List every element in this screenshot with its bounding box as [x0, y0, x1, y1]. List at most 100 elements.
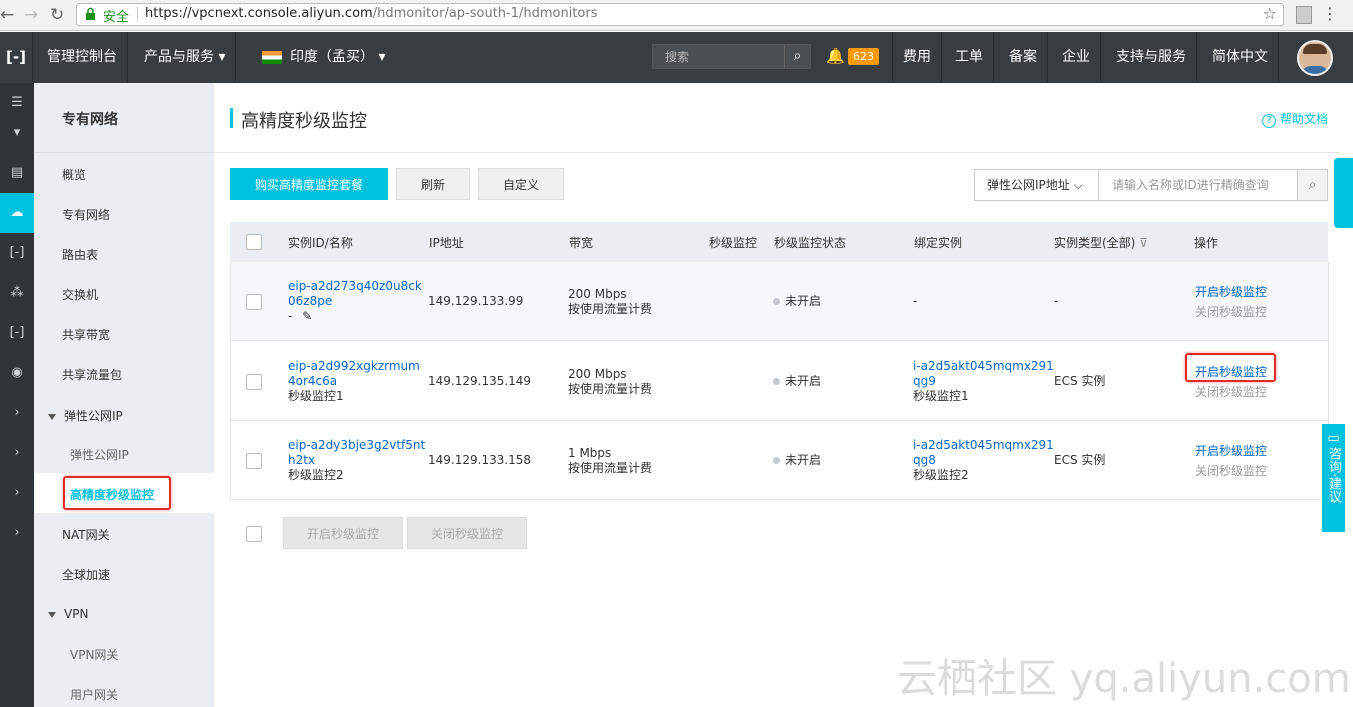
- cloud-icon[interactable]: ☁: [0, 193, 34, 233]
- billing-method: 按使用流量计费: [568, 461, 653, 475]
- monitor-status: 未开启: [773, 453, 821, 468]
- extension-icon[interactable]: [1296, 6, 1312, 24]
- sidebar-item-shared-bandwidth[interactable]: 共享带宽: [62, 326, 110, 343]
- ip-address: 149.129.135.149: [428, 374, 532, 388]
- aliyun-icon[interactable]: [-]: [0, 233, 34, 273]
- sidebar-item-nat[interactable]: NAT网关: [62, 526, 110, 543]
- search-icon[interactable]: ⌕: [784, 45, 810, 68]
- instance-name-text: -: [288, 309, 293, 323]
- sidebar-item-data-package[interactable]: 共享流量包: [62, 366, 122, 383]
- console-home-link[interactable]: 管理控制台: [37, 32, 128, 83]
- sidebar-item-global-acceleration[interactable]: 全球加速: [62, 566, 110, 583]
- sidebar-group-vpn[interactable]: VPN: [48, 607, 88, 621]
- chevron-down-icon: ⌵: [1073, 178, 1083, 192]
- nav-tickets[interactable]: 工单: [945, 32, 994, 83]
- sidebar-divider: [34, 152, 214, 153]
- sidebar-group-eip[interactable]: 弹性公网IP: [48, 407, 123, 424]
- bookmark-star-icon[interactable]: ☆: [1263, 4, 1277, 23]
- enable-monitor-link[interactable]: 开启秒级监控: [1195, 444, 1267, 459]
- instance-id-link[interactable]: eip-a2dy3bje3g2vtf5nt h2tx: [288, 438, 425, 468]
- bound-instance-link[interactable]: i-a2d5akt045mqmx291 qg8: [913, 438, 1054, 468]
- sidebar-item-vswitch[interactable]: 交换机: [62, 286, 98, 303]
- server-icon[interactable]: ▤: [0, 153, 34, 193]
- aliyun-logo-icon[interactable]: [-]: [0, 32, 33, 83]
- filter-type-label: 弹性公网IP地址: [987, 178, 1070, 192]
- help-docs-label: 帮助文档: [1280, 112, 1329, 126]
- url-text: https://vpcnext.console.aliyun.com/hdmon…: [145, 6, 598, 21]
- nav-icp[interactable]: 备案: [999, 32, 1048, 83]
- nav-enterprise[interactable]: 企业: [1052, 32, 1101, 83]
- search-filter: 弹性公网IP地址 ⌵ ⌕: [974, 169, 1328, 201]
- bandwidth: 1 Mbps 按使用流量计费: [568, 446, 652, 476]
- table-row: eip-a2d273q40z0u8ck 06z8pe - ✎ 149.129.13…: [230, 262, 1328, 341]
- back-icon[interactable]: ←: [0, 5, 14, 25]
- edit-pencil-icon[interactable]: ✎: [302, 309, 312, 323]
- notification-badge[interactable]: 623: [848, 48, 879, 65]
- billing-method: 按使用流量计费: [568, 382, 653, 396]
- address-bar[interactable]: 安全 https://vpcnext.console.aliyun.com/hd…: [76, 3, 1284, 26]
- bandwidth-value: 200 Mbps: [568, 287, 627, 301]
- chevron-right-icon[interactable]: ›: [0, 513, 34, 553]
- bulk-select-checkbox[interactable]: [246, 526, 262, 542]
- sidebar-item-overview[interactable]: 概览: [62, 166, 86, 183]
- sidebar-item-route-table[interactable]: 路由表: [62, 246, 98, 263]
- forward-icon[interactable]: →: [24, 5, 38, 25]
- bound-instance-line1: i-a2d5akt045mqmx291: [913, 438, 1054, 452]
- help-icon: ?: [1262, 114, 1276, 128]
- consult-feedback-tab[interactable]: ▭ 咨询·建议: [1322, 424, 1345, 532]
- ip-address: 149.129.133.99: [428, 294, 524, 308]
- instance-id-link[interactable]: eip-a2d992xgkzrmum 4or4c6a: [288, 359, 420, 389]
- search-icon[interactable]: ⌕: [1297, 170, 1327, 200]
- sidebar-item-hdmonitor[interactable]: 高精度秒级监控: [70, 486, 154, 503]
- side-drawer-tab[interactable]: [1334, 158, 1353, 228]
- sidebar-item-vpn-gateway[interactable]: VPN网关: [70, 646, 118, 663]
- network-icon[interactable]: ⁂: [0, 273, 34, 313]
- chevron-right-icon[interactable]: ›: [0, 433, 34, 473]
- nav-support[interactable]: 支持与服务: [1106, 32, 1197, 83]
- lock-icon: [86, 7, 95, 20]
- filter-type-select[interactable]: 弹性公网IP地址 ⌵: [975, 170, 1099, 200]
- chevron-right-icon[interactable]: ›: [0, 473, 34, 513]
- row-checkbox[interactable]: [246, 374, 262, 390]
- sidebar-item-vpc[interactable]: 专有网络: [62, 206, 110, 223]
- reload-icon[interactable]: ↻: [50, 5, 64, 25]
- sidebar-item-eip[interactable]: 弹性公网IP: [70, 446, 129, 463]
- bandwidth-value: 1 Mbps: [568, 446, 612, 460]
- user-avatar[interactable]: [1297, 40, 1333, 76]
- row-checkbox[interactable]: [246, 294, 262, 310]
- nav-language[interactable]: 简体中文: [1202, 32, 1279, 83]
- row-checkbox[interactable]: [246, 453, 262, 469]
- nav-billing[interactable]: 费用: [892, 32, 942, 83]
- refresh-button[interactable]: 刷新: [396, 168, 470, 200]
- chevron-right-icon[interactable]: ›: [0, 393, 34, 433]
- col-instance-type[interactable]: 实例类型(全部) ⊽: [1054, 234, 1148, 251]
- sidebar-item-customer-gateway[interactable]: 用户网关: [70, 686, 118, 703]
- collapse-caret-icon[interactable]: ▾: [0, 113, 34, 153]
- filter-query-input[interactable]: [1100, 170, 1272, 200]
- products-menu[interactable]: 产品与服务 ▾: [134, 32, 237, 83]
- instance-type: ECS 实例: [1054, 453, 1106, 467]
- bell-icon[interactable]: 🔔: [826, 47, 845, 65]
- india-flag-icon: [262, 50, 282, 64]
- help-docs-link[interactable]: ? 帮助文档: [1262, 110, 1328, 128]
- globe-icon[interactable]: ◉: [0, 353, 34, 393]
- instance-type: -: [1054, 294, 1059, 308]
- instance-id-link[interactable]: eip-a2d273q40z0u8ck 06z8pe: [288, 279, 422, 309]
- enable-monitor-link[interactable]: 开启秒级监控: [1195, 285, 1267, 300]
- buy-package-button[interactable]: 购买高精度监控套餐: [230, 168, 388, 200]
- search-input[interactable]: [653, 45, 786, 68]
- header-divider: [214, 152, 1340, 153]
- col-bound-instance: 绑定实例: [914, 236, 963, 250]
- bandwidth-value: 200 Mbps: [568, 367, 627, 381]
- region-selector[interactable]: 印度（孟买） ▾: [252, 32, 395, 83]
- select-all-checkbox[interactable]: [246, 234, 262, 250]
- monitor-status: 未开启: [773, 294, 821, 309]
- table-header: 实例ID/名称 IP地址 带宽 秒级监控 秒级监控状态 绑定实例 实例类型(全部…: [230, 222, 1328, 262]
- watermark-text: 云栖社区 yq.aliyun.com: [897, 656, 1351, 702]
- bound-instance-link[interactable]: i-a2d5akt045mqmx291 qg9: [913, 359, 1054, 389]
- sidebar: 专有网络 概览 专有网络 路由表 交换机 共享带宽 共享流量包 弹性公网IP 弹…: [34, 83, 214, 707]
- browser-menu-icon[interactable]: ⋮: [1322, 4, 1338, 23]
- aliyun-icon[interactable]: [-]: [0, 313, 34, 353]
- instance-name: - ✎: [288, 309, 312, 324]
- customize-button[interactable]: 自定义: [478, 168, 564, 200]
